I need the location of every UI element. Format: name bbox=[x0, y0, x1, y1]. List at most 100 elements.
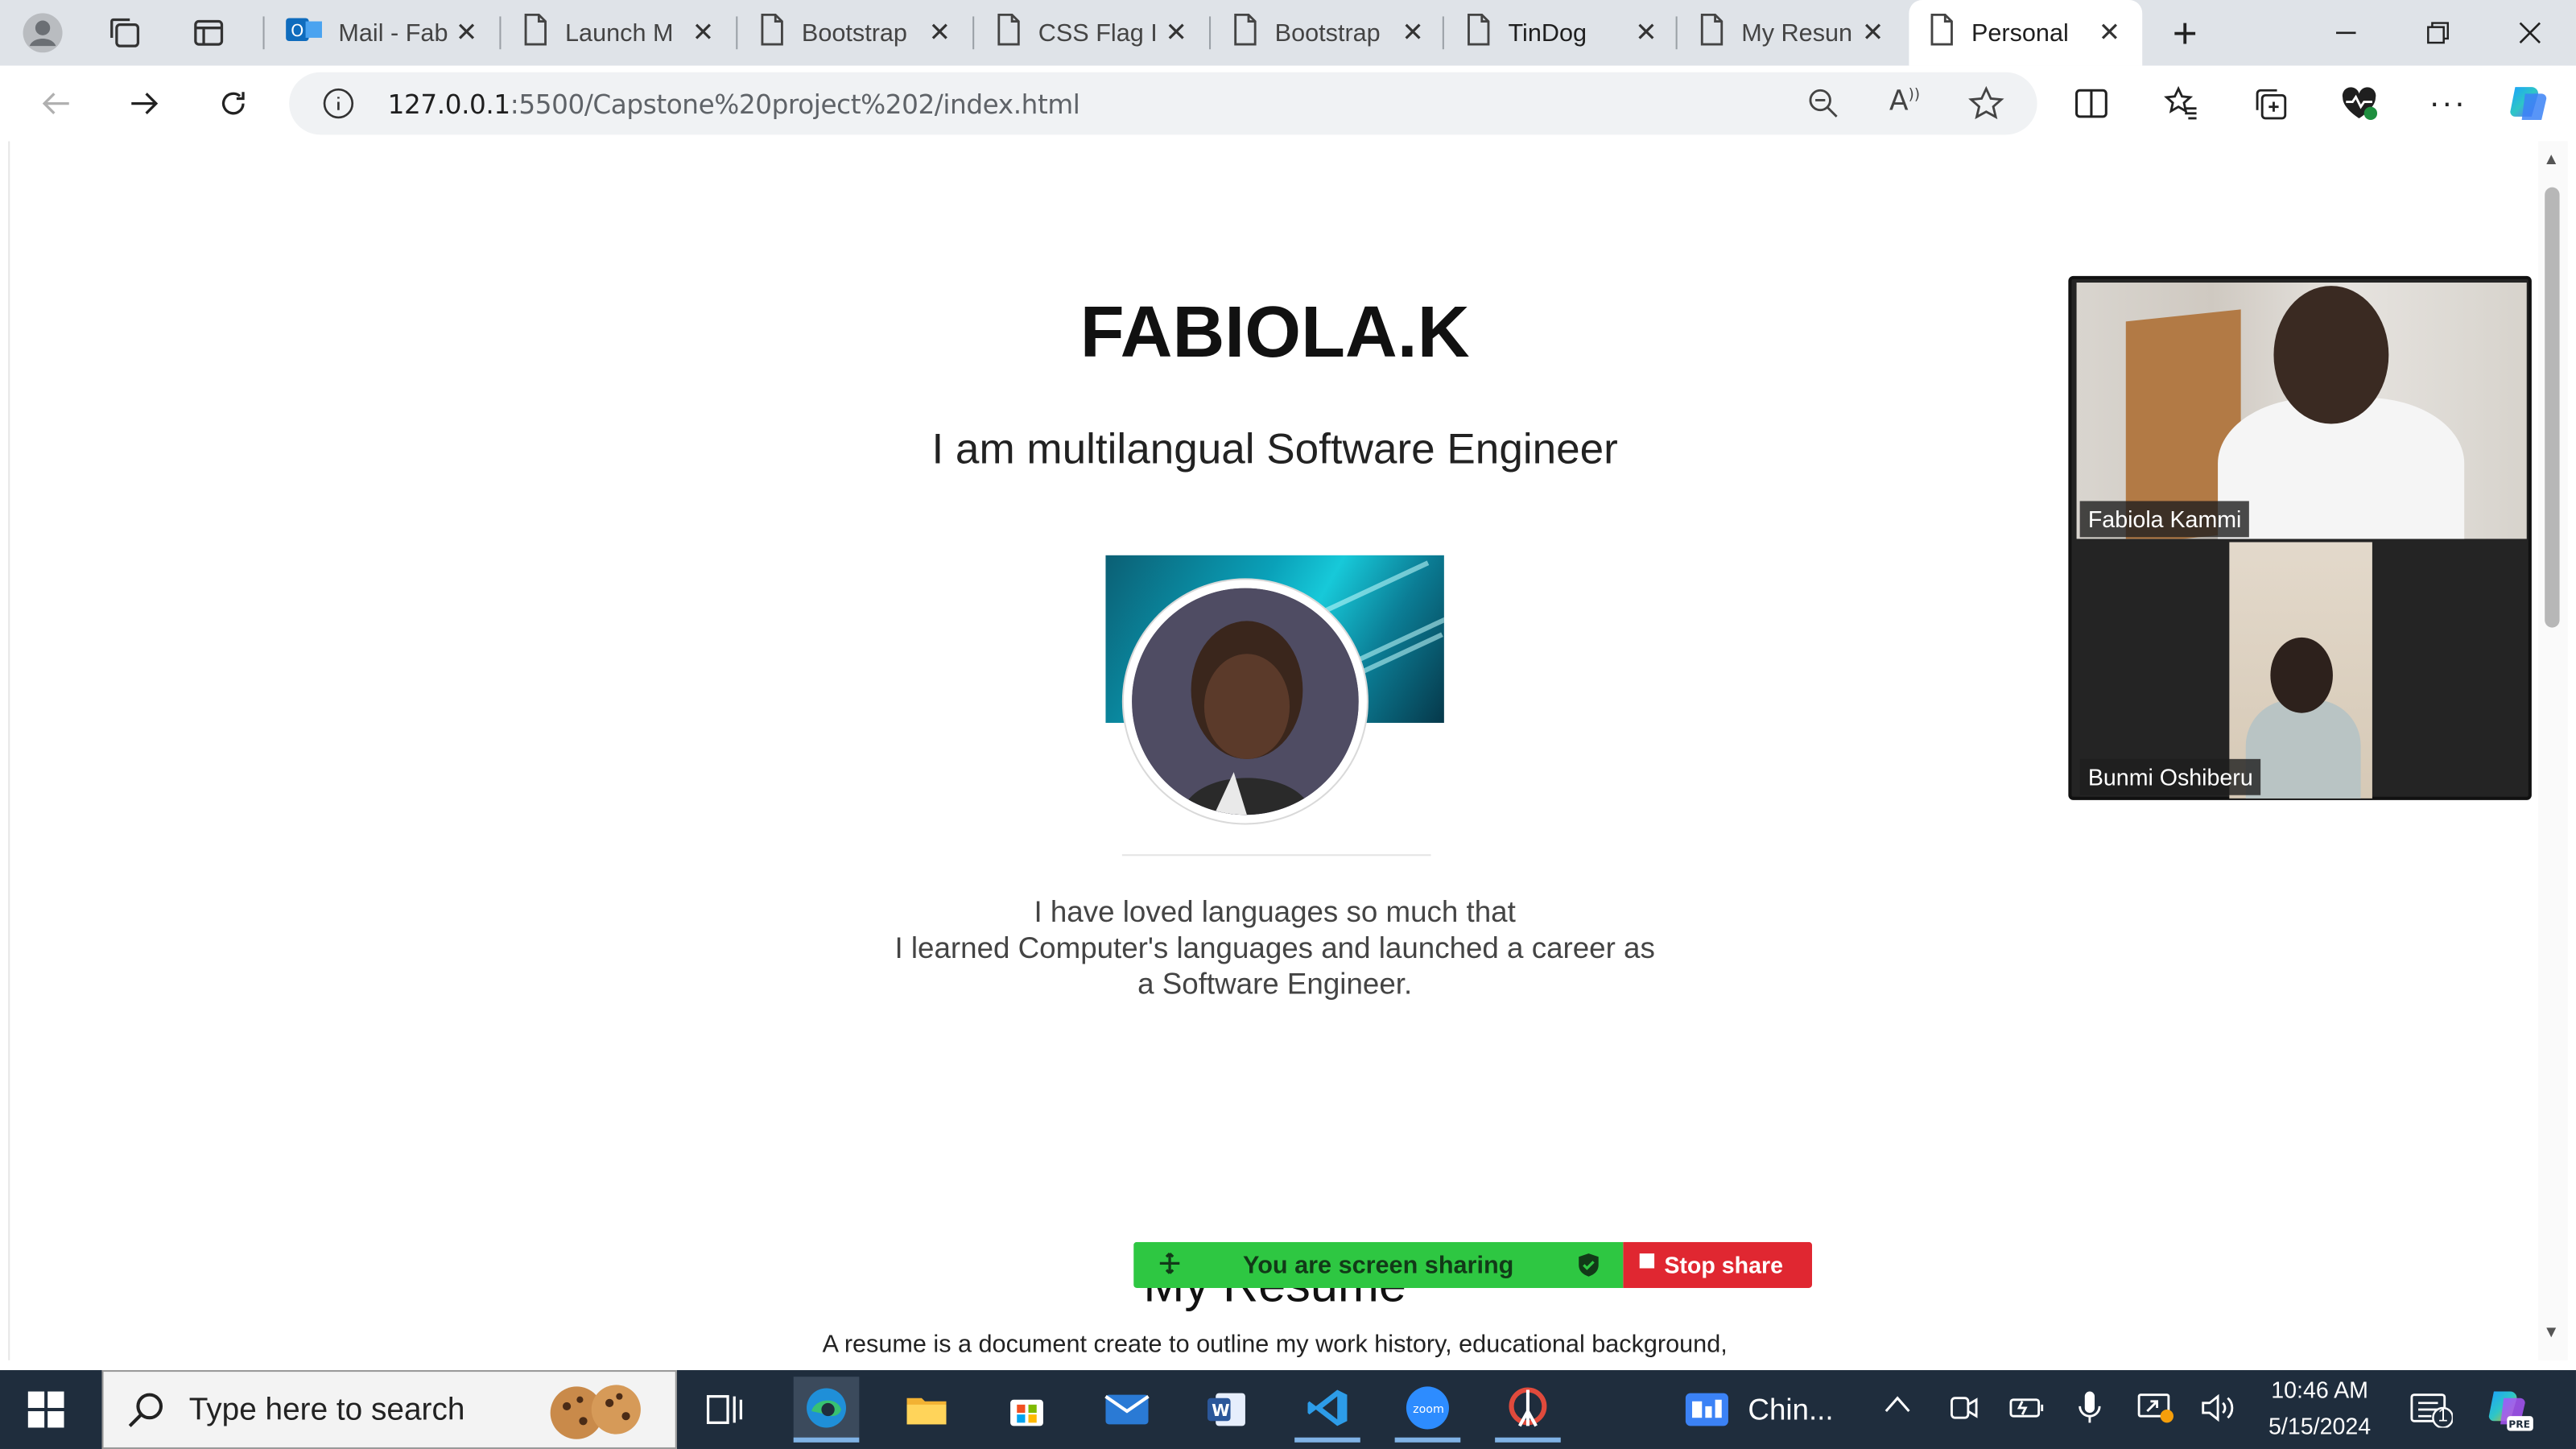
close-icon[interactable]: ✕ bbox=[1629, 16, 1662, 49]
tab-actions-icon[interactable] bbox=[186, 10, 232, 56]
video-tile-fabiola[interactable]: Fabiola Kammi bbox=[2076, 283, 2527, 539]
new-tab-icon[interactable]: + bbox=[2162, 7, 2208, 56]
chevron-up-icon[interactable] bbox=[1883, 1393, 1913, 1425]
tab-bootstrap-1[interactable]: Bootstrap ✕ bbox=[739, 0, 972, 66]
browser-essentials-icon[interactable] bbox=[2334, 79, 2384, 128]
favorite-star-icon[interactable] bbox=[1968, 85, 2004, 130]
page-icon bbox=[1699, 13, 1725, 52]
snipping-tool-icon[interactable] bbox=[1495, 1377, 1561, 1443]
back-icon[interactable] bbox=[31, 79, 80, 128]
stop-share-button[interactable]: Stop share bbox=[1623, 1241, 1813, 1288]
file-explorer-icon[interactable] bbox=[894, 1377, 960, 1443]
search-icon bbox=[126, 1390, 166, 1438]
search-placeholder: Type here to search bbox=[188, 1393, 465, 1428]
favorites-icon[interactable] bbox=[2157, 79, 2207, 128]
volume-icon[interactable] bbox=[2200, 1393, 2236, 1431]
more-options-icon[interactable]: ··· bbox=[2423, 79, 2472, 128]
store-icon[interactable] bbox=[994, 1377, 1060, 1443]
microphone-icon[interactable] bbox=[2077, 1390, 2103, 1435]
workspaces-icon[interactable] bbox=[102, 10, 148, 56]
scroll-thumb[interactable] bbox=[2545, 187, 2560, 628]
svg-text:zoom: zoom bbox=[1413, 1402, 1444, 1415]
intro-line: I learned Computer's languages and launc… bbox=[894, 931, 1655, 964]
vscode-icon[interactable] bbox=[1294, 1377, 1360, 1443]
tab-title: CSS Flag I bbox=[1038, 19, 1158, 47]
resume-description: A resume is a document create to outline… bbox=[822, 1331, 1728, 1359]
browser-toolbar: 127.0.0.1:5500/Capstone%20project%202/in… bbox=[0, 65, 2576, 142]
tab-title: Bootstrap bbox=[1274, 19, 1381, 47]
intro-text: I have loved languages so much that I le… bbox=[10, 894, 2538, 1002]
video-panel[interactable]: Fabiola Kammi Bunmi Oshiberu bbox=[2068, 275, 2532, 800]
mail-icon[interactable] bbox=[1094, 1377, 1160, 1443]
split-screen-icon[interactable] bbox=[2066, 79, 2116, 128]
edge-taskbar-icon[interactable] bbox=[793, 1377, 860, 1443]
close-icon[interactable]: ✕ bbox=[1856, 16, 1889, 49]
screen-share-tray-icon[interactable] bbox=[2136, 1392, 2175, 1433]
scroll-down-icon[interactable]: ▼ bbox=[2543, 1324, 2559, 1342]
svg-text:O: O bbox=[291, 21, 303, 40]
close-icon[interactable]: ✕ bbox=[1160, 16, 1193, 49]
taskbar-search[interactable]: Type here to search bbox=[101, 1370, 677, 1449]
page-icon bbox=[1929, 13, 1955, 52]
address-bar[interactable]: 127.0.0.1:5500/Capstone%20project%202/in… bbox=[289, 72, 2037, 135]
browser-tab-bar: O Mail - Fab ✕ Launch M ✕ Bootstrap ✕ CS… bbox=[0, 0, 2576, 66]
task-view-icon[interactable] bbox=[691, 1377, 758, 1443]
minimize-icon[interactable] bbox=[2300, 0, 2392, 66]
close-icon[interactable]: ✕ bbox=[1397, 16, 1430, 49]
tab-personal[interactable]: Personal ✕ bbox=[1909, 0, 2143, 66]
zoom-icon[interactable] bbox=[1807, 87, 1840, 128]
clock-date[interactable]: 5/15/2024 bbox=[2260, 1413, 2379, 1439]
tab-title: Launch M bbox=[565, 19, 674, 47]
participant-name: Bunmi Oshiberu bbox=[2079, 758, 2261, 795]
battery-icon[interactable] bbox=[2008, 1393, 2047, 1431]
shield-icon bbox=[1577, 1252, 1600, 1285]
tab-mail[interactable]: O Mail - Fab ✕ bbox=[266, 0, 500, 66]
stop-share-label: Stop share bbox=[1664, 1252, 1784, 1278]
divider bbox=[1121, 854, 1431, 857]
page-icon bbox=[1232, 13, 1259, 52]
close-icon[interactable]: ✕ bbox=[2093, 16, 2126, 49]
copilot-pre-icon[interactable]: PRE bbox=[2484, 1386, 2533, 1440]
screen-share-bar[interactable]: You are screen sharing Stop share bbox=[1133, 1241, 1813, 1288]
forward-icon[interactable] bbox=[120, 79, 169, 128]
notification-count: 1 bbox=[2438, 1406, 2448, 1426]
share-status[interactable]: You are screen sharing bbox=[1133, 1241, 1624, 1288]
collections-icon[interactable] bbox=[2246, 79, 2295, 128]
url-text[interactable]: 127.0.0.1:5500/Capstone%20project%202/in… bbox=[388, 89, 1080, 120]
weather-icon[interactable] bbox=[1684, 1390, 1730, 1438]
page-icon bbox=[996, 13, 1022, 52]
close-window-icon[interactable] bbox=[2484, 0, 2576, 66]
share-status-text: You are screen sharing bbox=[1243, 1251, 1514, 1279]
clock-time[interactable]: 10:46 AM bbox=[2260, 1377, 2379, 1403]
site-info-icon[interactable] bbox=[322, 87, 355, 128]
participant-name: Fabiola Kammi bbox=[2079, 501, 2250, 538]
tab-tindog[interactable]: TinDog ✕ bbox=[1446, 0, 1679, 66]
tab-title: Personal bbox=[1971, 19, 2069, 47]
profile-icon[interactable] bbox=[19, 10, 65, 56]
restore-icon[interactable] bbox=[2392, 0, 2483, 66]
copilot-icon[interactable] bbox=[2504, 79, 2553, 128]
weather-text[interactable]: Chin... bbox=[1748, 1393, 1833, 1428]
intro-line: a Software Engineer. bbox=[1137, 968, 1413, 1001]
tab-bootstrap-2[interactable]: Bootstrap ✕ bbox=[1212, 0, 1446, 66]
meet-now-icon[interactable] bbox=[1948, 1392, 1978, 1433]
close-icon[interactable]: ✕ bbox=[923, 16, 956, 49]
tab-css-flag[interactable]: CSS Flag I ✕ bbox=[976, 0, 1209, 66]
page-icon bbox=[1465, 13, 1492, 52]
page-scrollbar[interactable]: ▲ ▼ bbox=[2538, 141, 2568, 1360]
scroll-up-icon[interactable]: ▲ bbox=[2543, 151, 2559, 169]
start-icon[interactable] bbox=[13, 1377, 79, 1443]
intro-line: I have loved languages so much that bbox=[1034, 895, 1516, 929]
word-icon[interactable]: W bbox=[1195, 1377, 1261, 1443]
svg-text:W: W bbox=[1212, 1401, 1230, 1420]
refresh-icon[interactable] bbox=[208, 79, 258, 128]
tab-my-resume[interactable]: My Resun ✕ bbox=[1679, 0, 1906, 66]
close-icon[interactable]: ✕ bbox=[450, 16, 483, 49]
zoom-app-icon[interactable]: zoom bbox=[1394, 1377, 1461, 1443]
close-icon[interactable]: ✕ bbox=[687, 16, 720, 49]
windows-taskbar: Type here to search W zoom Chin... 10:46… bbox=[0, 1370, 2576, 1449]
drag-handle-icon[interactable] bbox=[1157, 1250, 1183, 1283]
tab-title: TinDog bbox=[1508, 19, 1587, 47]
read-aloud-icon[interactable]: A)) bbox=[1889, 85, 1920, 118]
tab-launch[interactable]: Launch M ✕ bbox=[502, 0, 736, 66]
